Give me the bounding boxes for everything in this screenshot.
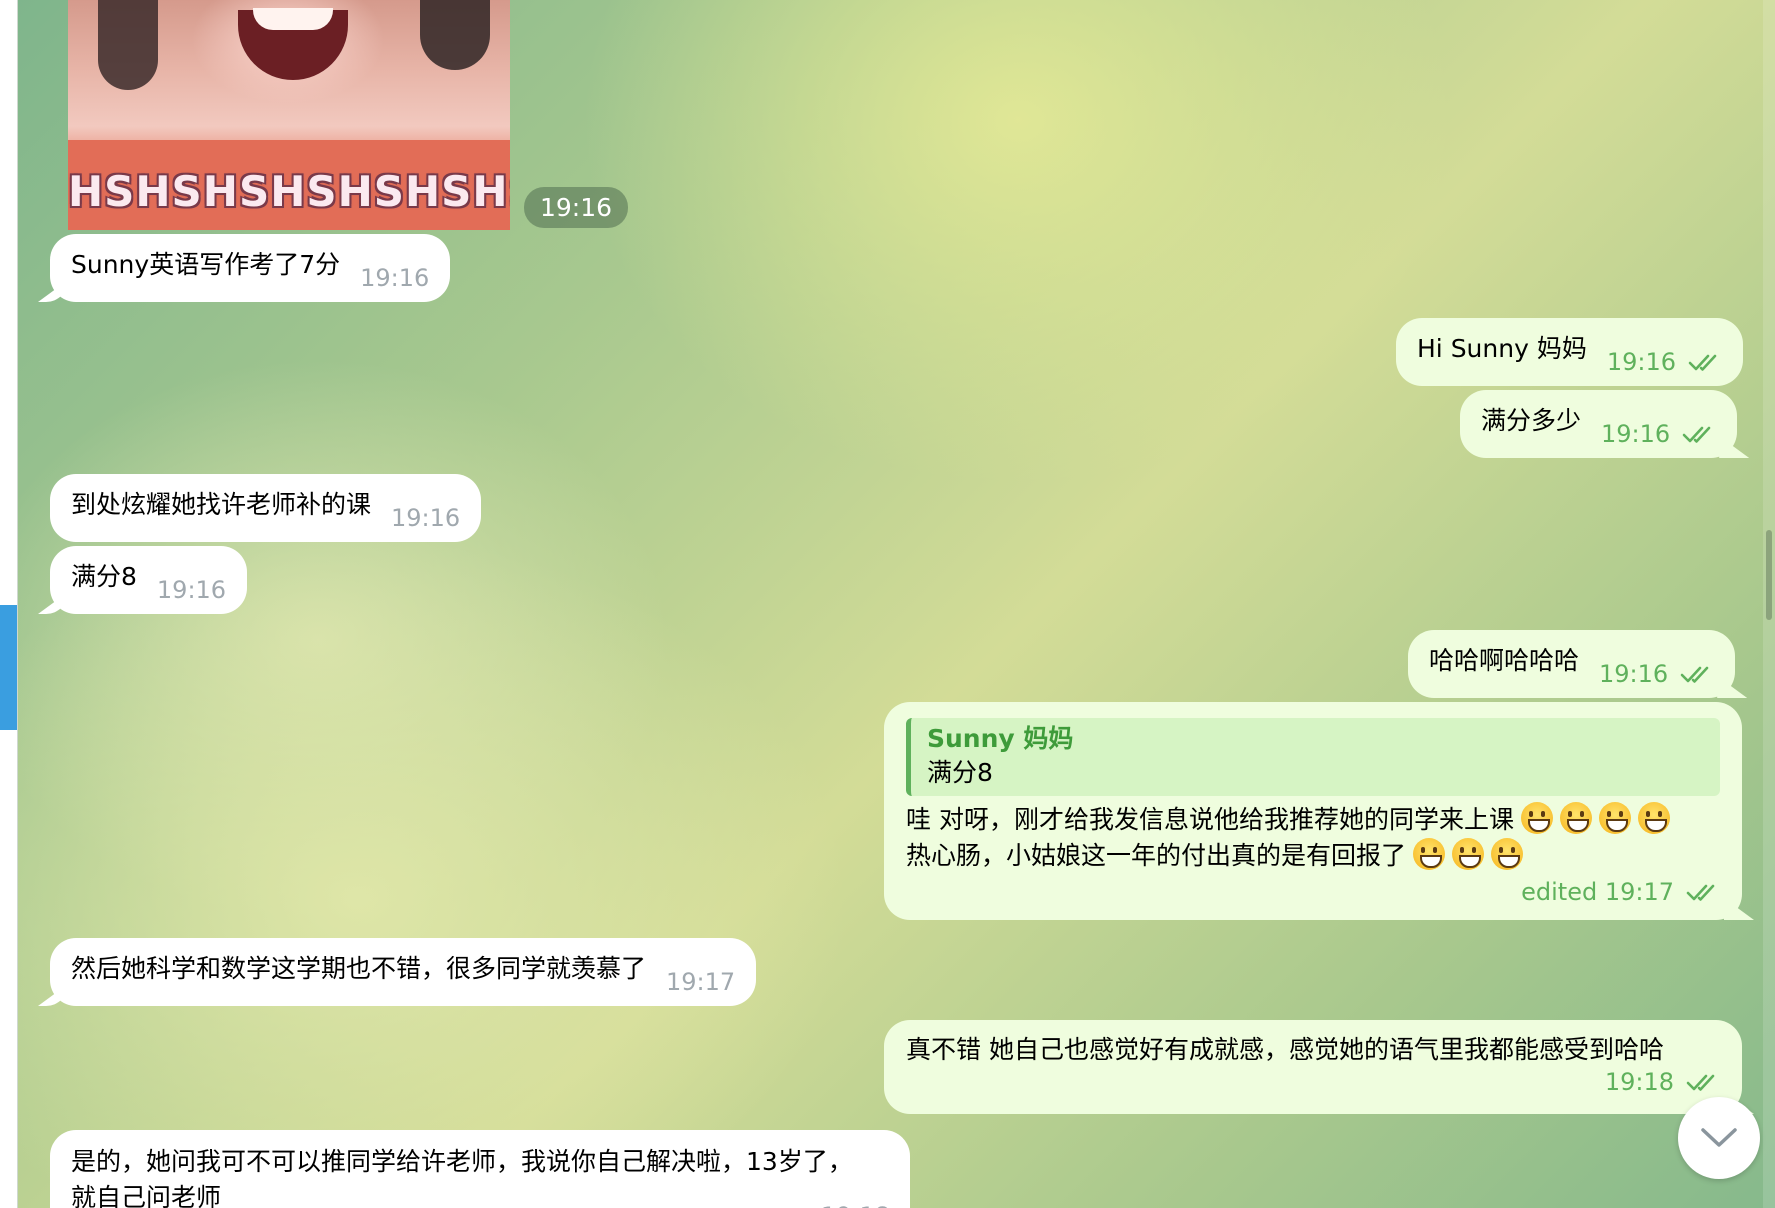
sticker-hair-right [420,0,490,70]
message-time: 19:16 [391,504,461,532]
grinning-face-emoji [1520,802,1553,834]
sticker-image[interactable]: HSHSHSHSHSHSHS [68,0,510,230]
message-meta: 19:18 [906,1068,1720,1096]
sticker-hair-left [98,0,158,90]
grinning-face-emoji [1491,838,1524,870]
message-time: 19:16 [360,264,430,292]
message-outgoing[interactable]: 真不错 她自己也感觉好有成就感，感觉她的语气里我都能感受到哈哈 19:18 [884,1020,1742,1114]
message-incoming[interactable]: Sunny英语写作考了7分 19:16 [50,234,451,302]
message-incoming[interactable]: 到处炫耀她找许老师补的课 19:16 [50,474,482,542]
message-outgoing[interactable]: Hi Sunny 妈妈 19:16 [1396,318,1744,386]
sticker-teeth [253,8,333,30]
message-meta: 19:16 [1607,349,1722,375]
message-text-line2: 就自己问老师 [71,1183,222,1208]
scroll-to-bottom-button[interactable] [1678,1097,1760,1179]
double-check-icon [1686,1074,1715,1091]
message-meta: 19:16 [1599,661,1714,687]
message-text-line2: 热心肠，小姑娘这一年的付出真的是有回报了 [906,838,1720,874]
message-incoming[interactable]: 满分8 19:16 [50,546,248,614]
message-text: Hi Sunny 妈妈 [1417,334,1587,363]
message-outgoing[interactable]: 哈哈啊哈哈哈 19:16 [1408,630,1736,698]
message-time: 19:16 [1606,348,1677,376]
reply-text: 满分8 [927,758,993,787]
message-outgoing[interactable]: 满分多少 19:16 [1460,390,1738,458]
message-text-line1: 哇 对呀，刚才给我发信息说他给我推荐她的同学来上课 [906,802,1720,838]
reply-author: Sunny 妈妈 [927,724,1074,753]
sidebar-active-indicator [0,605,18,730]
message-text: 满分多少 [1481,406,1582,435]
message-text: 满分8 [71,562,137,591]
message-meta: 19:16 [1601,421,1716,447]
message-text: 哈哈啊哈哈哈 [1429,646,1580,675]
message-text: 热心肠，小姑娘这一年的付出真的是有回报了 [906,841,1407,870]
message-meta: edited 19:17 [906,878,1720,906]
grinning-face-emoji [1598,802,1631,834]
reply-quote[interactable]: Sunny 妈妈 满分8 [906,718,1720,796]
message-text-line1: 是的，她问我可不可以推同学给许老师，我说你自己解决啦，13岁了， [71,1147,853,1176]
sticker-caption: HSHSHSHSHSHSHS [68,167,510,216]
message-time: 19:16 [1599,660,1669,688]
scrollbar-thumb[interactable] [1766,530,1772,620]
double-check-icon [1686,884,1715,901]
double-check-icon [1688,354,1717,371]
grinning-face-emoji [1452,838,1485,870]
message-time: edited 19:17 [1521,878,1674,906]
message-text: Sunny英语写作考了7分 [71,250,341,279]
message-incoming[interactable]: 是的，她问我可不可以推同学给许老师，我说你自己解决啦，13岁了， 就自己问老师 … [50,1130,910,1208]
message-time: 19:16 [156,576,227,604]
grinning-face-emoji [1559,802,1592,834]
message-time: 19:17 [666,968,736,996]
double-check-icon [1680,666,1709,683]
message-incoming[interactable]: 然后她科学和数学这学期也不错，很多同学就羡慕了 19:17 [50,938,757,1006]
scrollbar[interactable] [1763,0,1775,1208]
message-time: 19:18 [1604,1068,1674,1096]
message-outgoing-reply[interactable]: Sunny 妈妈 满分8 哇 对呀，刚才给我发信息说他给我推荐她的同学来上课 热… [884,702,1742,920]
message-time: 19:18 [821,1198,890,1208]
message-time: 19:16 [1601,420,1671,448]
message-text: 到处炫耀她找许老师补的课 [71,490,372,519]
message-text: 哇 对呀，刚才给我发信息说他给我推荐她的同学来上课 [906,805,1514,834]
grinning-face-emoji [1413,838,1446,870]
message-text: 真不错 她自己也感觉好有成就感，感觉她的语气里我都能感受到哈哈 [906,1035,1664,1064]
double-check-icon [1682,426,1711,443]
chat-area[interactable]: HSHSHSHSHSHSHS 19:16 Sunny英语写作考了7分 19:16 … [18,0,1775,1208]
message-text: 然后她科学和数学这学期也不错，很多同学就羡慕了 [71,954,647,983]
grinning-face-emoji [1637,802,1670,834]
sticker-timestamp: 19:16 [524,187,629,228]
chevron-down-icon [1701,1128,1737,1147]
